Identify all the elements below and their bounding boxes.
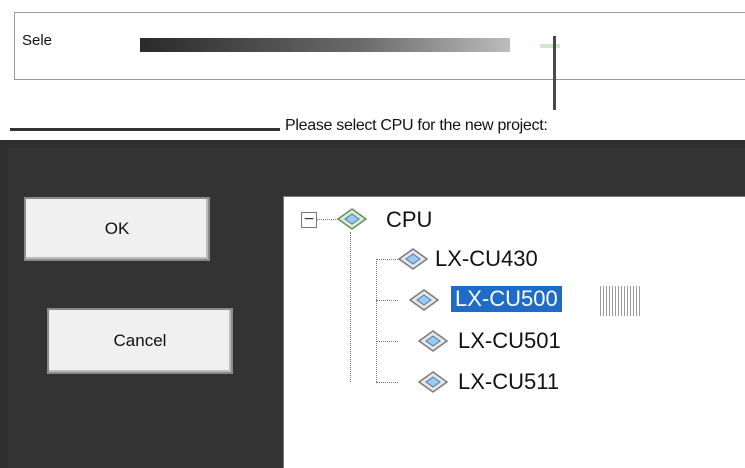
tree-item-lx-cu500[interactable]: LX-CU500: [451, 286, 562, 312]
title-bar-gradient: [140, 38, 510, 52]
tree-item-lx-cu430[interactable]: LX-CU430: [435, 246, 538, 272]
prompt-label: Please select CPU for the new project:: [285, 117, 548, 134]
dialog-title: Sele: [22, 32, 53, 49]
tree-item-lx-cu501[interactable]: LX-CU501: [458, 328, 561, 354]
tree-connector: [350, 232, 351, 382]
title-bar-accent: [540, 44, 560, 48]
cpu-chip-icon: [408, 289, 440, 311]
select-cpu-dialog: Sele Please select CPU for the new proje…: [0, 0, 745, 468]
cpu-family-label-underline: [10, 118, 280, 131]
tree-connector: [376, 300, 398, 301]
tree-root-cpu[interactable]: CPU: [386, 207, 432, 233]
tree-connector: [376, 259, 377, 382]
cpu-chip-icon: [336, 208, 368, 230]
tree-item-lx-cu511[interactable]: LX-CU511: [458, 369, 559, 395]
cpu-chip-icon: [417, 371, 449, 393]
tree-connector: [316, 219, 338, 220]
ok-button[interactable]: OK: [24, 197, 210, 261]
cancel-button[interactable]: Cancel: [47, 308, 233, 374]
cpu-chip-icon: [417, 330, 449, 352]
tree-connector: [376, 382, 398, 383]
render-artifact: [600, 286, 640, 316]
tree-connector: [376, 341, 398, 342]
cpu-chip-icon: [397, 248, 429, 270]
tree-connector: [376, 259, 398, 260]
collapse-icon[interactable]: −: [301, 212, 317, 228]
